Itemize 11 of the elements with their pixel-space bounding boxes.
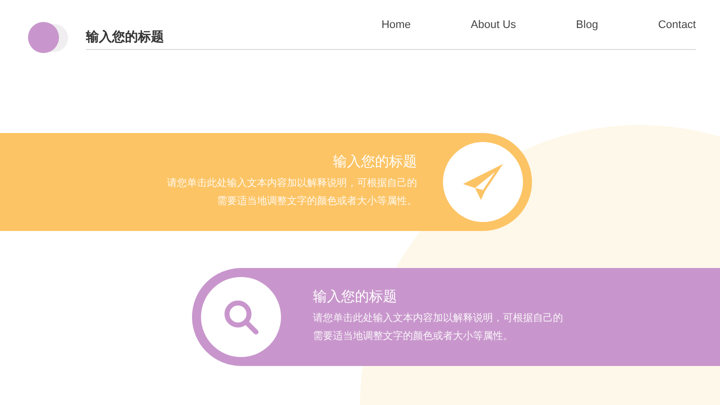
nav-link[interactable]: Home	[381, 20, 411, 31]
site-title: 输入您的标题	[86, 30, 164, 43]
band-description: 请您单击此处输入文本内容加以解释说明，可根据自己的需要适当地调整文字的颜色或者大小等属性。	[166, 176, 417, 209]
logo-icon	[28, 22, 68, 53]
band-title: 输入您的标题	[333, 153, 417, 171]
band-description: 请您单击此处输入文本内容加以解释说明，可根据自己的需要适当地调整文字的颜色或者大小等属性。	[313, 312, 564, 344]
nav-link[interactable]: About Us	[470, 20, 516, 31]
nav-link[interactable]: Blog	[576, 20, 598, 31]
nav-link[interactable]: Contact	[658, 20, 696, 31]
paper-plane-icon	[461, 162, 505, 202]
band-title: 输入您的标题	[313, 288, 397, 306]
